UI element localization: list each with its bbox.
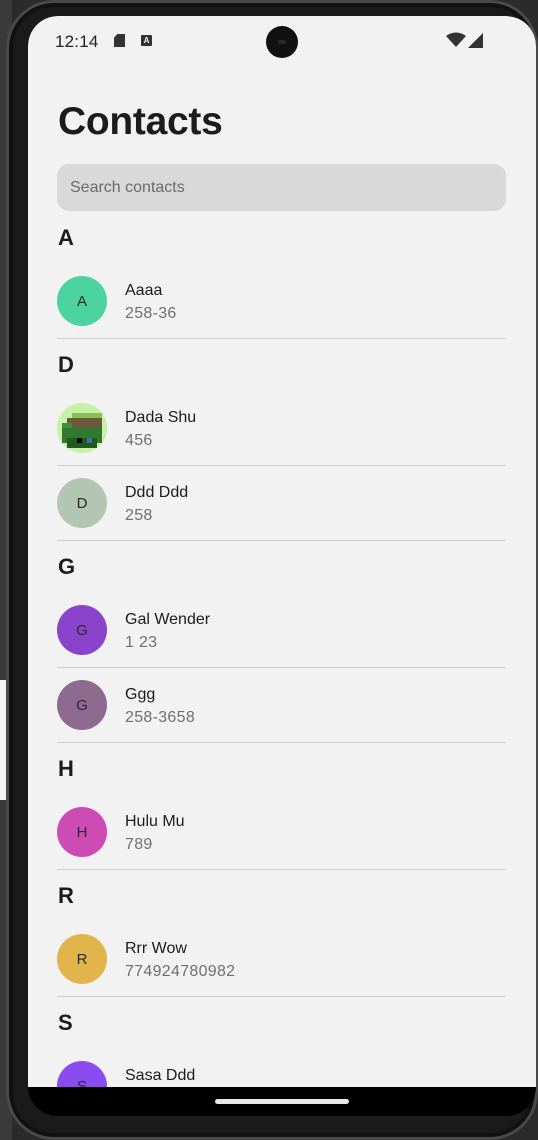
contact-row[interactable]: D Ddd Ddd 258	[57, 466, 506, 541]
wifi-icon	[446, 32, 466, 47]
contact-list: A A Aaaa 258-36 D Dada Shu 456 D Ddd Ddd 258 G G Gal…	[57, 212, 506, 1087]
contact-name: Ggg	[125, 686, 156, 703]
contact-row[interactable]: G Ggg 258-3658	[57, 668, 506, 743]
contact-row[interactable]: S Sasa Ddd	[57, 1049, 506, 1087]
contact-name: Sasa Ddd	[125, 1067, 196, 1084]
contact-avatar: S	[57, 1061, 107, 1087]
section-header: D	[58, 352, 74, 377]
contact-row[interactable]: A Aaaa 258-36	[57, 264, 506, 339]
status-time: 12:14	[55, 32, 99, 51]
section-header: R	[58, 883, 74, 908]
contact-phone: 258-36	[125, 305, 177, 322]
contact-phone: 774924780982	[125, 963, 236, 980]
contact-phone: 456	[125, 432, 153, 449]
section-header: A	[58, 225, 74, 250]
contact-name: Dada Shu	[125, 409, 197, 426]
navigation-bar	[28, 1087, 536, 1116]
contact-name: Gal Wender	[125, 611, 211, 628]
front-camera	[266, 26, 298, 58]
sd-card-icon	[114, 34, 125, 47]
contact-name: Aaaa	[125, 282, 163, 299]
contact-name: Ddd Ddd	[125, 484, 189, 501]
contact-avatar: H	[57, 807, 107, 857]
pixel-art-photo	[57, 403, 107, 453]
section-header: S	[58, 1010, 73, 1035]
contact-avatar: R	[57, 934, 107, 984]
contact-phone: 258-3658	[125, 709, 196, 726]
avatar-initial: A	[76, 292, 87, 310]
contact-phone: 789	[125, 836, 153, 853]
contact-avatar: D	[57, 478, 107, 528]
status-bar: 12:14 A	[28, 16, 536, 68]
contact-row[interactable]: G Gal Wender 1 23	[57, 593, 506, 668]
contact-row[interactable]: Dada Shu 456	[57, 391, 506, 466]
a-notification-icon: A	[141, 35, 152, 46]
contact-avatar: G	[57, 680, 107, 730]
phone-frame: 12:14 A Contacts A A Aaaa 258-36 D Dada Shu 45…	[6, 0, 538, 1140]
contact-avatar: G	[57, 605, 107, 655]
avatar-initial: H	[76, 823, 88, 841]
home-indicator[interactable]	[215, 1099, 349, 1104]
avatar-initial: R	[76, 950, 88, 968]
contact-name: Hulu Mu	[125, 813, 185, 830]
contact-name: Rrr Wow	[125, 940, 187, 957]
avatar-initial: D	[76, 494, 88, 512]
contact-phone: 1 23	[125, 634, 158, 651]
contacts-app: 12:14 A Contacts A A Aaaa 258-36 D Dada Shu 45…	[28, 16, 536, 1087]
section-header: H	[58, 756, 74, 781]
avatar-initial: G	[76, 621, 88, 639]
contact-row[interactable]: H Hulu Mu 789	[57, 795, 506, 870]
phone-screen: 12:14 A Contacts A A Aaaa 258-36 D Dada Shu 45…	[28, 16, 536, 1116]
cell-signal-icon	[468, 33, 483, 48]
contact-avatar: A	[57, 276, 107, 326]
contact-row[interactable]: R Rrr Wow 774924780982	[57, 922, 506, 997]
search-bar[interactable]	[57, 164, 506, 211]
section-header: G	[58, 554, 76, 579]
avatar-initial: G	[76, 696, 88, 714]
contact-photo-avatar	[57, 403, 107, 453]
page-title: Contacts	[58, 100, 223, 143]
avatar-initial: S	[76, 1077, 87, 1088]
contact-phone: 258	[125, 507, 153, 524]
search-input[interactable]	[57, 164, 490, 211]
